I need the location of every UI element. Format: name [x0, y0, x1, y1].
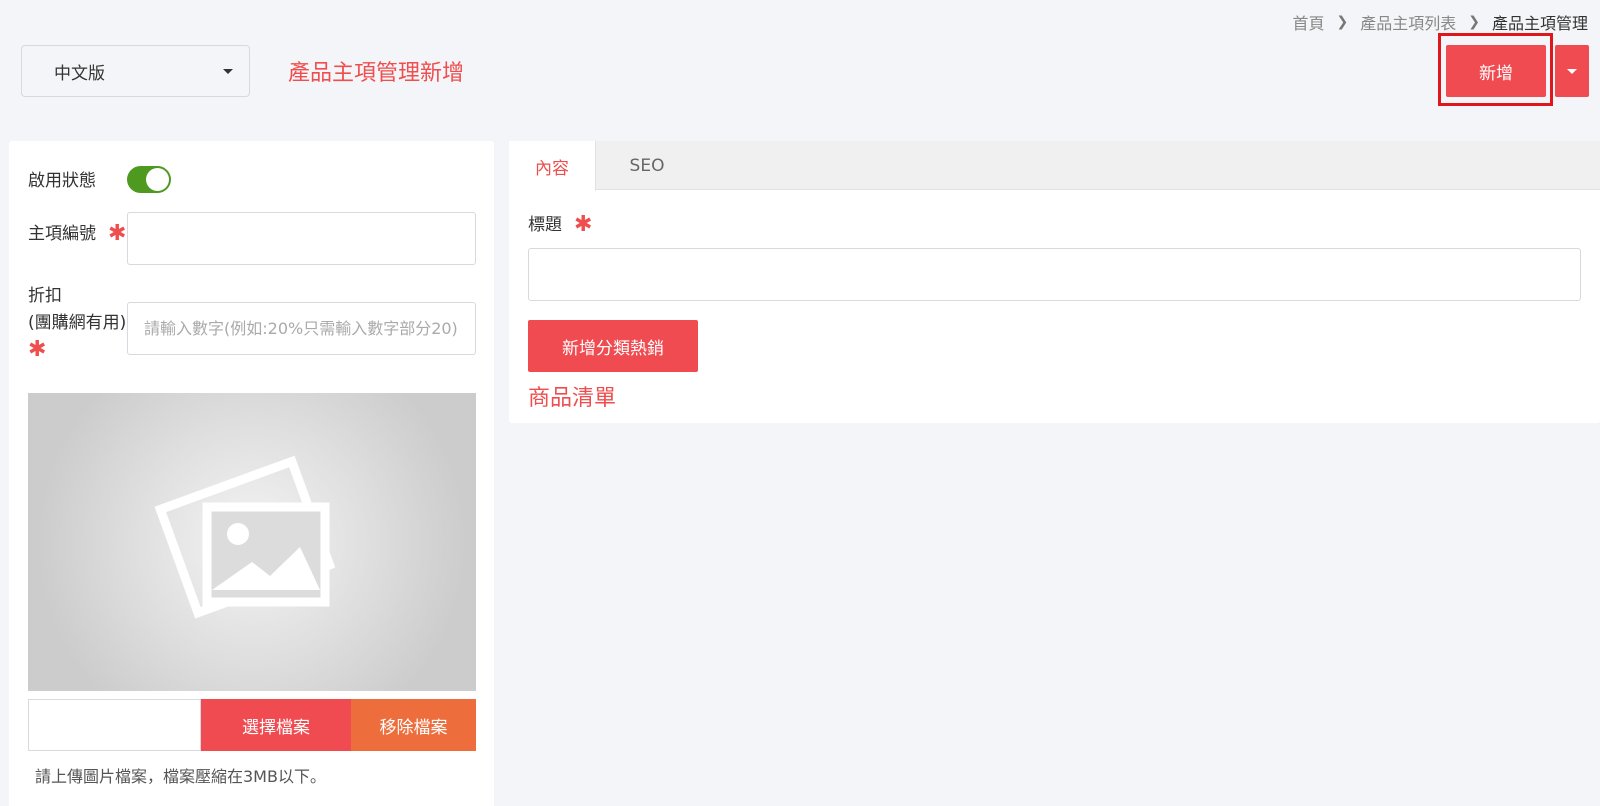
caret-down-icon	[1567, 69, 1577, 74]
chevron-right-icon: ❯	[1468, 14, 1480, 30]
image-preview	[28, 393, 476, 691]
language-select-value: 中文版	[54, 63, 105, 84]
discount-input[interactable]	[128, 303, 475, 354]
title-label: 標題	[528, 215, 562, 235]
add-dropdown-toggle[interactable]	[1555, 45, 1589, 97]
language-select[interactable]: 中文版	[21, 45, 250, 97]
tab-seo[interactable]: SEO	[612, 141, 682, 191]
item-no-input-wrapper	[127, 212, 476, 265]
discount-label: 折扣	[28, 286, 62, 306]
choose-file-button[interactable]: 選擇檔案	[201, 699, 351, 751]
item-no-label: 主項編號	[28, 224, 96, 244]
image-placeholder-icon	[154, 455, 336, 619]
product-list-heading: 商品清單	[528, 386, 617, 411]
discount-input-wrapper	[127, 302, 476, 355]
tab-content[interactable]: 內容	[509, 141, 596, 191]
toggle-knob	[146, 168, 169, 191]
required-asterisk: ✱	[108, 221, 127, 246]
title-input[interactable]	[529, 249, 1580, 300]
required-asterisk: ✱	[574, 212, 593, 237]
item-no-input[interactable]	[128, 213, 475, 264]
breadcrumb-current: 產品主項管理	[1491, 14, 1588, 33]
discount-label-note: (團購網有用)	[28, 313, 127, 333]
status-toggle[interactable]	[127, 166, 171, 193]
title-input-wrapper	[528, 248, 1581, 301]
add-category-hot-button[interactable]: 新增分類熱銷	[528, 320, 698, 372]
chevron-right-icon: ❯	[1336, 14, 1349, 30]
status-label: 啟用狀態	[28, 171, 96, 191]
page-title: 產品主項管理新增	[288, 61, 465, 86]
file-upload-row: 選擇檔案 移除檔案	[28, 699, 476, 751]
caret-down-icon	[223, 69, 233, 74]
breadcrumb-product-list[interactable]: 產品主項列表	[1360, 10, 1456, 34]
remove-file-button[interactable]: 移除檔案	[351, 699, 476, 751]
add-button[interactable]: 新增	[1446, 45, 1546, 97]
breadcrumb: 首頁 ❯ 產品主項列表 ❯ 產品主項管理	[1292, 10, 1588, 34]
required-asterisk: ✱	[28, 337, 47, 362]
breadcrumb-home[interactable]: 首頁	[1292, 10, 1324, 34]
file-name-field[interactable]	[28, 699, 201, 751]
upload-hint: 請上傳圖片檔案，檔案壓縮在3MB以下。	[35, 767, 326, 786]
